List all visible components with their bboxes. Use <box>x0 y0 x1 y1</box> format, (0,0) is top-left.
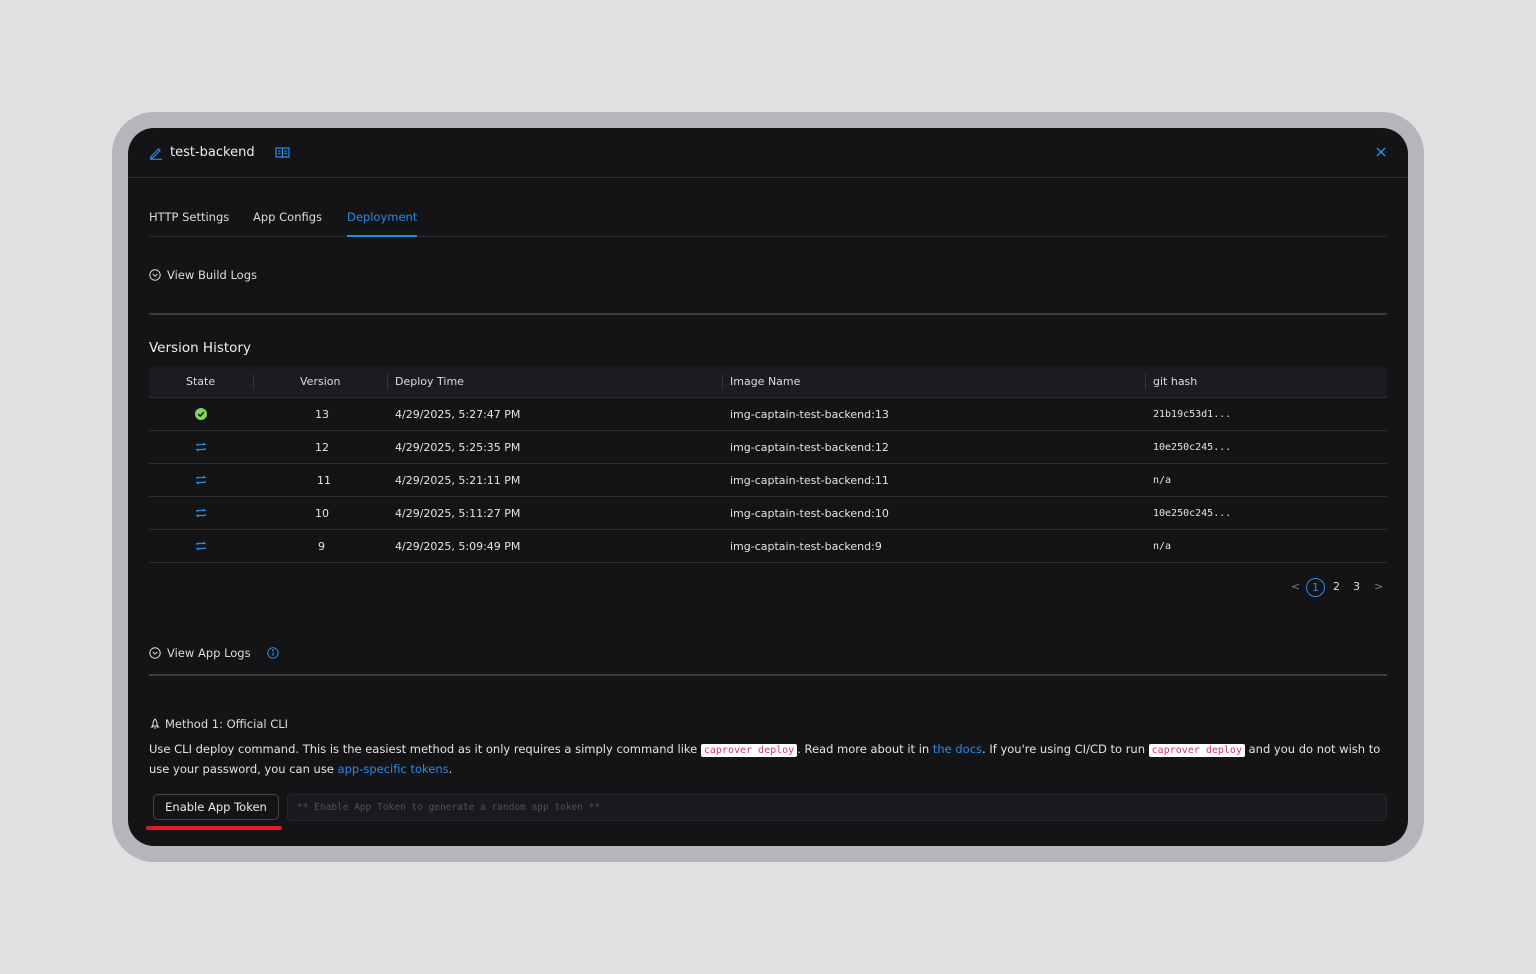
pagination-page-1[interactable]: 1 <box>1306 578 1325 597</box>
deploy-time-cell: 4/29/2025, 5:25:35 PM <box>395 441 521 454</box>
git-hash-cell: n/a <box>1153 541 1172 552</box>
image-name-cell: img-captain-test-backend:9 <box>730 540 882 553</box>
app-tokens-link[interactable]: app-specific tokens <box>338 762 449 776</box>
code-snippet: caprover deploy <box>700 744 798 757</box>
app-name-title[interactable]: test-backend <box>170 145 255 160</box>
image-name-cell: img-captain-test-backend:13 <box>730 408 889 421</box>
enable-app-token-button[interactable]: Enable App Token <box>153 794 279 820</box>
table-row: 13 4/29/2025, 5:27:47 PM img-captain-tes… <box>149 398 1387 431</box>
book-icon[interactable] <box>275 146 290 159</box>
version-history-title: Version History <box>149 340 251 356</box>
git-hash-cell[interactable]: 21b19c53d1... <box>1153 409 1231 420</box>
tab-http-settings[interactable]: HTTP Settings <box>149 210 229 224</box>
git-hash-cell[interactable]: 10e250c245... <box>1153 508 1231 519</box>
image-name-cell: img-captain-test-backend:11 <box>730 474 889 487</box>
desc-text: . If you're using CI/CD to run <box>982 742 1149 756</box>
column-separator <box>253 374 254 390</box>
app-details-modal: test-backend HTTP Settings App Configs D… <box>128 128 1408 846</box>
git-hash-cell: n/a <box>1153 475 1172 486</box>
image-name-cell: img-captain-test-backend:12 <box>730 441 889 454</box>
git-hash-cell[interactable]: 10e250c245... <box>1153 442 1231 453</box>
chevron-circle-icon <box>149 269 161 281</box>
app-token-field[interactable] <box>287 794 1387 821</box>
chevron-circle-icon <box>149 647 161 659</box>
version-history-table: State Version Deploy Time Image Name git… <box>149 366 1387 563</box>
pagination-page-2[interactable]: 2 <box>1333 578 1340 596</box>
close-icon[interactable] <box>1375 146 1387 158</box>
table-row: 12 4/29/2025, 5:25:35 PM img-captain-tes… <box>149 431 1387 464</box>
version-cell: 13 <box>315 408 329 421</box>
highlight-underline <box>146 826 282 830</box>
deploy-time-cell: 4/29/2025, 5:27:47 PM <box>395 408 521 421</box>
table-row: 11 4/29/2025, 5:21:11 PM img-captain-tes… <box>149 464 1387 497</box>
code-snippet: caprover deploy <box>1148 744 1245 757</box>
view-app-logs-label: View App Logs <box>167 646 251 660</box>
rollback-icon[interactable] <box>195 474 207 486</box>
column-header-deploy-time: Deploy Time <box>395 375 464 388</box>
version-cell: 10 <box>315 507 329 520</box>
image-name-cell: img-captain-test-backend:10 <box>730 507 889 520</box>
app-logs-divider <box>149 674 1387 676</box>
table-row: 10 4/29/2025, 5:11:27 PM img-captain-tes… <box>149 497 1387 530</box>
view-build-logs-toggle[interactable]: View Build Logs <box>149 268 257 282</box>
tab-app-configs[interactable]: App Configs <box>253 210 322 224</box>
version-cell: 11 <box>317 474 331 487</box>
table-row: 9 4/29/2025, 5:09:49 PM img-captain-test… <box>149 530 1387 563</box>
column-header-git-hash: git hash <box>1153 375 1198 388</box>
column-header-version: Version <box>300 375 341 388</box>
modal-header: test-backend <box>128 128 1408 178</box>
version-cell: 9 <box>318 540 325 553</box>
method-1-description: Use CLI deploy command. This is the easi… <box>149 740 1389 779</box>
pagination: < 1 2 3 > <box>1288 578 1388 598</box>
column-header-image-name: Image Name <box>730 375 801 388</box>
deploy-time-cell: 4/29/2025, 5:09:49 PM <box>395 540 521 553</box>
rollback-icon[interactable] <box>195 507 207 519</box>
tab-bar: HTTP Settings App Configs Deployment <box>149 210 1387 237</box>
method-1-title-text: Method 1: Official CLI <box>165 717 289 731</box>
edit-icon[interactable] <box>149 146 163 160</box>
desc-text: . Read more about it in <box>797 742 933 756</box>
view-build-logs-label: View Build Logs <box>167 268 258 282</box>
deploy-time-cell: 4/29/2025, 5:21:11 PM <box>395 474 521 487</box>
pagination-next[interactable]: > <box>1374 578 1383 596</box>
rollback-icon[interactable] <box>195 540 207 552</box>
version-cell: 12 <box>315 441 329 454</box>
desc-text: Use CLI deploy command. This is the easi… <box>149 742 701 756</box>
pagination-prev[interactable]: < <box>1291 578 1300 596</box>
check-circle-icon <box>195 408 207 420</box>
column-separator <box>722 374 723 390</box>
rollback-icon[interactable] <box>195 441 207 453</box>
method-1-title: Method 1: Official CLI <box>149 717 288 731</box>
column-separator <box>1145 374 1146 390</box>
view-app-logs-toggle[interactable]: View App Logs <box>149 646 279 660</box>
active-tab-indicator <box>347 235 417 237</box>
tab-deployment[interactable]: Deployment <box>347 210 417 224</box>
deploy-time-cell: 4/29/2025, 5:11:27 PM <box>395 507 521 520</box>
column-separator <box>387 374 388 390</box>
rocket-icon <box>150 718 160 729</box>
docs-link[interactable]: the docs <box>933 742 982 756</box>
table-header: State Version Deploy Time Image Name git… <box>149 366 1387 398</box>
column-header-state: State <box>186 375 216 388</box>
build-logs-divider <box>149 313 1387 315</box>
info-icon[interactable] <box>266 647 279 659</box>
pagination-page-3[interactable]: 3 <box>1353 578 1360 596</box>
desc-text: . <box>448 762 453 776</box>
